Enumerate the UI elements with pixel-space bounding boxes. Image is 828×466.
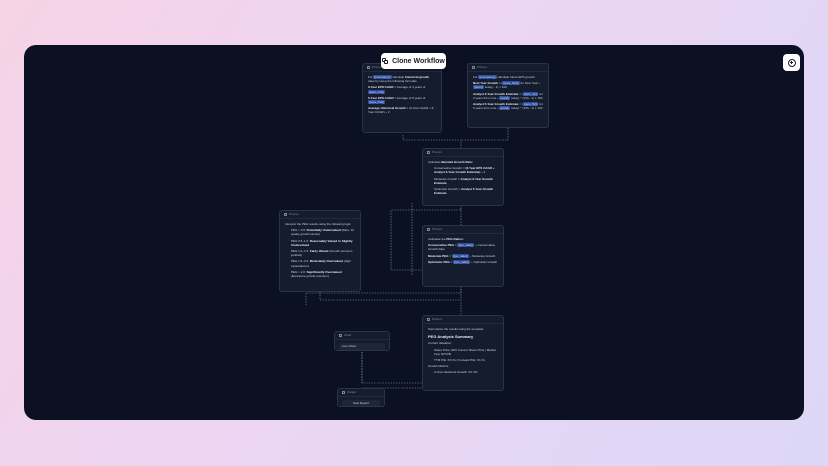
variable-chip: {{company}}	[478, 75, 497, 79]
variable-chip: {{pe_ratio}}	[451, 253, 469, 258]
node-peg-ratios[interactable]: Prompt Calculate the PEG Ratios: Conserv…	[422, 225, 504, 287]
node-header: Prompt	[423, 149, 503, 157]
prompt-icon	[427, 318, 430, 321]
node-future-growth[interactable]: Prompt For {{company}} calculate future …	[467, 63, 549, 128]
node-interpret-peg[interactable]: Prompt Interpret the PEG results using t…	[279, 210, 361, 292]
variable-chip: {{pe_ratio}}	[457, 243, 475, 248]
wire	[461, 128, 509, 141]
output-icon	[342, 391, 345, 394]
node-header: Prompt	[468, 64, 548, 72]
node-header: Prompt	[280, 211, 360, 219]
node-blended-growth[interactable]: Prompt Calculate Blended Growth Rate: Co…	[422, 148, 504, 206]
variable-chip: {{eps}}	[499, 95, 511, 100]
node-header: Output	[338, 389, 384, 397]
variable-chip: {{eps}}	[499, 106, 511, 111]
wire	[402, 135, 462, 148]
node-line-chart[interactable]: Chart Line Chart	[334, 331, 390, 351]
chart-type-field[interactable]: Line Chart	[339, 343, 385, 350]
node-header: Chart	[335, 332, 389, 340]
clone-workflow-button[interactable]: Clone Workflow	[381, 53, 446, 69]
node-historical-growth[interactable]: Prompt For {{company}} calculate histori…	[362, 63, 442, 133]
node-output-report[interactable]: Output New Report	[337, 388, 385, 407]
node-header: Prompt	[423, 226, 503, 234]
report-name-field[interactable]: New Report	[342, 400, 380, 406]
node-header: Prompt	[423, 316, 503, 324]
prompt-icon	[427, 228, 430, 231]
prompt-icon	[284, 213, 287, 216]
plus-circle-icon	[787, 58, 796, 67]
chart-icon	[339, 334, 342, 337]
prompt-icon	[367, 66, 370, 69]
variable-chip: {{eps}}	[473, 85, 484, 90]
add-button[interactable]	[783, 54, 800, 71]
copy-icon	[382, 58, 389, 64]
node-summary[interactable]: Prompt Summarize the results using the t…	[422, 315, 504, 391]
wire	[361, 352, 425, 384]
workflow-window: Prompt For {{company}} calculate histori…	[24, 45, 804, 420]
variable-chip: {{pe_ratio}}	[453, 259, 471, 264]
prompt-icon	[427, 151, 430, 154]
variable-chip: {{eps_hist}}	[368, 89, 386, 94]
variable-chip: {{eps_hist}}	[368, 100, 386, 105]
prompt-icon	[472, 66, 475, 69]
workflow-canvas[interactable]: Prompt For {{company}} calculate histori…	[24, 45, 804, 420]
